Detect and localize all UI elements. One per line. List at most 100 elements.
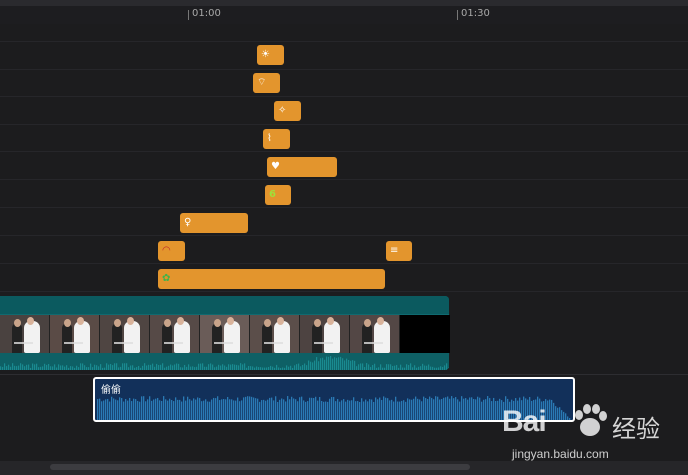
track-separator: [0, 235, 688, 236]
waveform-bar: [400, 364, 402, 370]
waveform-bar: [363, 401, 365, 420]
waveform-bar: [212, 364, 214, 370]
waveform-bar: [190, 366, 192, 370]
waveform-bar: [282, 367, 284, 370]
waveform-bar: [419, 399, 421, 420]
waveform-bar: [475, 399, 477, 420]
waveform-bar: [144, 363, 146, 370]
waveform-bar: [195, 399, 197, 420]
waveform-bar: [143, 396, 145, 420]
waveform-bar: [196, 366, 198, 370]
waveform-bar: [107, 398, 109, 420]
waveform-bar: [181, 401, 183, 420]
waveform-bar: [207, 401, 209, 420]
waveform-bar: [311, 397, 313, 420]
waveform-bar: [88, 367, 90, 370]
waveform-bar: [348, 360, 350, 370]
waveform-bar: [259, 401, 261, 420]
waveform-bar: [274, 367, 276, 370]
sticker-clip-sun[interactable]: ☀: [257, 45, 284, 65]
watermark-logo: Bai: [502, 405, 547, 438]
waveform-bar: [78, 367, 80, 370]
paw-icon: [575, 404, 607, 436]
waveform-bar: [164, 367, 166, 370]
sticker-clip-lips-small[interactable]: ⌇: [263, 129, 290, 149]
waveform-bar: [103, 400, 105, 420]
waveform-bar: [443, 397, 445, 420]
waveform-bar: [491, 401, 493, 420]
waveform-bar: [471, 397, 473, 420]
waveform-bar: [238, 365, 240, 370]
waveform-bar: [291, 396, 293, 420]
sticker-clip-bride[interactable]: ♀: [180, 213, 248, 233]
waveform-bar: [335, 401, 337, 420]
waveform-bar: [232, 364, 234, 370]
waveform-bar: [56, 367, 58, 370]
waveform-bar: [303, 400, 305, 420]
waveform-bar: [271, 397, 273, 420]
waveform-bar: [46, 364, 48, 370]
waveform-bar: [393, 401, 395, 420]
waveform-bar: [449, 398, 451, 420]
waveform-bar: [145, 401, 147, 420]
sticker-clip-hearts[interactable]: ♥: [267, 157, 337, 177]
waveform-bar: [356, 366, 358, 370]
lips-icon: ◠: [162, 245, 171, 256]
waveform-bar: [417, 398, 419, 420]
sticker-clip-lips[interactable]: ◠: [158, 241, 185, 261]
sticker-clip-flowers[interactable]: ✿: [158, 269, 385, 289]
video-thumbnails: [0, 315, 450, 353]
waveform-bar: [436, 367, 438, 370]
waveform-bar: [319, 397, 321, 420]
waveform-bar: [123, 401, 125, 420]
waveform-bar: [444, 365, 446, 370]
waveform-bar: [423, 396, 425, 420]
waveform-bar: [2, 366, 4, 370]
waveform-bar: [256, 366, 258, 370]
timeline-ruler[interactable]: 01:00 01:30: [0, 0, 688, 24]
waveform-bar: [365, 399, 367, 420]
waveform-bar: [208, 364, 210, 370]
sticker-clip-fan[interactable]: ⌔: [253, 73, 280, 93]
waveform-bar: [241, 400, 243, 420]
waveform-bar: [380, 364, 382, 370]
waveform-bar: [199, 398, 201, 420]
waveform-bar: [418, 366, 420, 370]
scrollbar-thumb[interactable]: [50, 464, 470, 470]
sticker-clip-ring[interactable]: 6: [265, 185, 291, 205]
waveform-bar: [467, 399, 469, 420]
waveform-bar: [338, 357, 340, 370]
waveform-bar: [354, 360, 356, 370]
waveform-bar: [139, 401, 141, 420]
video-clip[interactable]: [0, 296, 450, 370]
waveform-bar: [379, 397, 381, 420]
waveform-bar: [26, 364, 28, 370]
waveform-bar: [99, 398, 101, 420]
waveform-bar: [167, 400, 169, 420]
waveform-bar: [428, 364, 430, 370]
waveform-bar: [487, 396, 489, 420]
waveform-bar: [239, 401, 241, 420]
waveform-bar: [202, 363, 204, 370]
waveform-bar: [60, 365, 62, 370]
waveform-bar: [381, 399, 383, 420]
waveform-bar: [205, 399, 207, 420]
waveform-bar: [104, 367, 106, 370]
waveform-bar: [50, 366, 52, 370]
waveform-bar: [283, 399, 285, 420]
waveform-bar: [306, 365, 308, 370]
waveform-bar: [70, 366, 72, 370]
waveform-bar: [172, 365, 174, 370]
waveform-bar: [127, 400, 129, 420]
waveform-bar: [355, 401, 357, 420]
waveform-bar: [403, 400, 405, 420]
sticker-clip-sparkle[interactable]: ✧: [274, 101, 301, 121]
waveform-bar: [426, 365, 428, 370]
waveform-bar: [453, 398, 455, 420]
waveform-bar: [326, 356, 328, 370]
waveform-bar: [413, 398, 415, 420]
waveform-bar: [122, 363, 124, 370]
waveform-bar: [147, 399, 149, 420]
waveform-bar: [163, 396, 165, 420]
sticker-clip-text[interactable]: ≡: [386, 241, 412, 261]
